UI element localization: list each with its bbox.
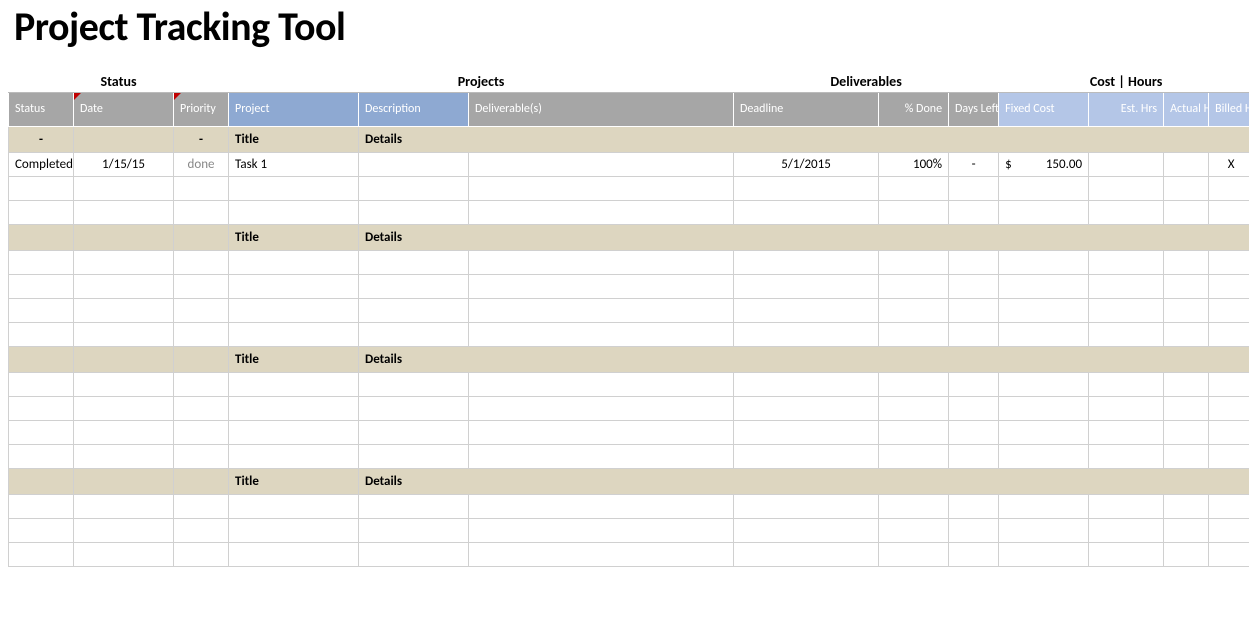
col-billedhrs[interactable]: Billed Hrs: [1209, 93, 1249, 127]
section-status: -: [9, 127, 74, 153]
table-row[interactable]: [9, 251, 1249, 275]
section-header: - - Title Details: [9, 127, 1249, 153]
cell-priority[interactable]: done: [174, 153, 229, 177]
cell-fixedcost[interactable]: $ 150.00: [999, 153, 1089, 177]
section-project: Title: [229, 347, 359, 373]
table-row[interactable]: [9, 445, 1249, 469]
table-row[interactable]: [9, 397, 1249, 421]
section-description: Details: [359, 347, 1249, 373]
col-status[interactable]: Status: [9, 93, 74, 127]
section-header: Title Details: [9, 225, 1249, 251]
cell-project[interactable]: Task 1: [229, 153, 359, 177]
table-row[interactable]: Completed 1/15/15 done Task 1 5/1/2015 1…: [9, 153, 1249, 177]
fixedcost-value: 150.00: [1046, 157, 1082, 172]
table-row[interactable]: [9, 543, 1249, 567]
cell-esthrs[interactable]: [1089, 153, 1164, 177]
table-row[interactable]: [9, 421, 1249, 445]
cell-pctdone[interactable]: 100%: [879, 153, 949, 177]
tracking-table: Status Projects Deliverables Cost | Hour…: [8, 69, 1249, 567]
section-project: Title: [229, 469, 359, 495]
cell-date[interactable]: 1/15/15: [74, 153, 174, 177]
col-priority[interactable]: Priority: [174, 93, 229, 127]
group-costhours: Cost | Hours: [999, 69, 1249, 93]
cell-deliverables[interactable]: [469, 153, 734, 177]
table-row[interactable]: [9, 519, 1249, 543]
section-project: Title: [229, 127, 359, 153]
cell-status[interactable]: Completed: [9, 153, 74, 177]
section-project: Title: [229, 225, 359, 251]
table-row[interactable]: [9, 495, 1249, 519]
table-row[interactable]: [9, 299, 1249, 323]
col-daysleft[interactable]: Days Left: [949, 93, 999, 127]
section-header: Title Details: [9, 469, 1249, 495]
table-row[interactable]: [9, 373, 1249, 397]
cell-description[interactable]: [359, 153, 469, 177]
section-description: Details: [359, 469, 1249, 495]
section-date: [74, 127, 174, 153]
cell-daysleft[interactable]: -: [949, 153, 999, 177]
col-deliverables[interactable]: Deliverable(s): [469, 93, 734, 127]
col-date[interactable]: Date: [74, 93, 174, 127]
group-projects: Projects: [229, 69, 734, 93]
page-title: Project Tracking Tool: [14, 2, 1241, 51]
group-status: Status: [9, 69, 229, 93]
cell-deadline[interactable]: 5/1/2015: [734, 153, 879, 177]
spreadsheet-page: Project Tracking Tool Status Projects De…: [0, 2, 1249, 587]
table-row[interactable]: [9, 323, 1249, 347]
col-description[interactable]: Description: [359, 93, 469, 127]
cell-billedhrs[interactable]: X: [1209, 153, 1249, 177]
section-description: Details: [359, 225, 1249, 251]
col-pctdone[interactable]: % Done: [879, 93, 949, 127]
group-header-row: Status Projects Deliverables Cost | Hour…: [9, 69, 1249, 93]
col-fixedcost[interactable]: Fixed Cost: [999, 93, 1089, 127]
col-esthrs[interactable]: Est. Hrs: [1089, 93, 1164, 127]
section-header: Title Details: [9, 347, 1249, 373]
column-header-row: Status Date Priority Project Description…: [9, 93, 1249, 127]
table-row[interactable]: [9, 201, 1249, 225]
currency-symbol: $: [1005, 157, 1012, 172]
table-row[interactable]: [9, 275, 1249, 299]
col-project[interactable]: Project: [229, 93, 359, 127]
col-deadline[interactable]: Deadline: [734, 93, 879, 127]
section-description: Details: [359, 127, 1249, 153]
section-priority: -: [174, 127, 229, 153]
table-row[interactable]: [9, 177, 1249, 201]
group-deliverables: Deliverables: [734, 69, 999, 93]
col-actualhrs[interactable]: Actual Hrs: [1164, 93, 1209, 127]
cell-actualhrs[interactable]: [1164, 153, 1209, 177]
